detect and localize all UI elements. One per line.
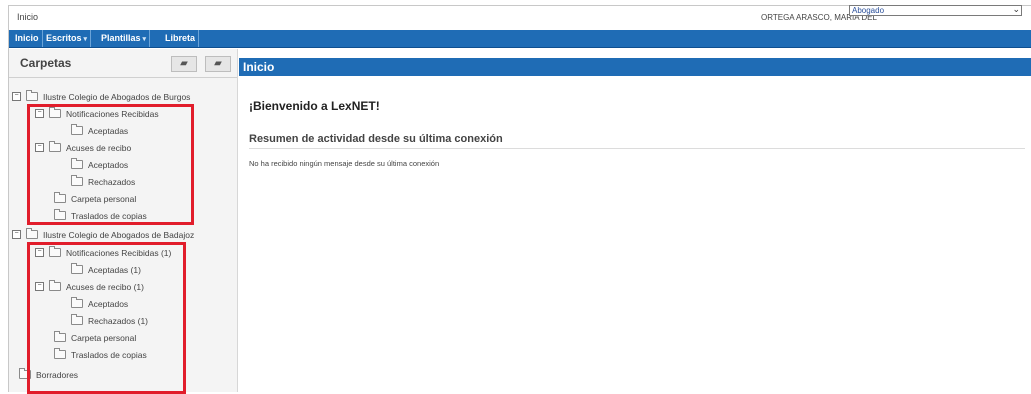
highlight-box-badajoz bbox=[27, 242, 186, 394]
welcome-heading: ¡Bienvenido a LexNET! bbox=[249, 99, 380, 113]
main-nav: Inicio Escritos ▾ Plantillas ▾ Libreta bbox=[9, 30, 1031, 48]
collapse-icon[interactable]: − bbox=[12, 92, 21, 102]
page-title: Inicio bbox=[243, 60, 275, 74]
nav-item-inicio[interactable]: Inicio bbox=[12, 30, 43, 47]
tree-node-burgos[interactable]: − Ilustre Colegio de Abogados de Burgos bbox=[12, 89, 190, 105]
nav-item-label: Libreta bbox=[165, 33, 196, 43]
folder-remove-icon: ▰ bbox=[214, 58, 222, 69]
folders-panel: Carpetas ▰ ▰ − Ilustre Colegio de Abogado… bbox=[9, 49, 238, 394]
dropdown-arrow-icon: ▾ bbox=[142, 36, 147, 43]
new-folder-button[interactable]: ▰ bbox=[171, 56, 197, 72]
delete-folder-button[interactable]: ▰ bbox=[205, 56, 231, 72]
tree-node-badajoz[interactable]: − Ilustre Colegio de Abogados de Badajoz bbox=[12, 227, 194, 243]
divider bbox=[249, 148, 1025, 149]
nav-item-label: Escritos bbox=[46, 33, 82, 43]
activity-summary-title: Resumen de actividad desde su última con… bbox=[249, 133, 503, 145]
main-header: Inicio bbox=[239, 58, 1031, 76]
chevron-down-icon: ⌄ bbox=[1012, 4, 1020, 14]
nav-item-plantillas[interactable]: Plantillas ▾ bbox=[98, 30, 151, 47]
role-select-value: Abogado bbox=[852, 6, 885, 15]
highlight-box-burgos bbox=[27, 104, 194, 225]
folder-add-icon: ▰ bbox=[180, 58, 188, 69]
nav-item-label: Plantillas bbox=[101, 33, 141, 43]
collapse-icon[interactable]: − bbox=[12, 230, 21, 240]
tree-label: Ilustre Colegio de Abogados de Burgos bbox=[43, 92, 191, 102]
tree-label: Ilustre Colegio de Abogados de Badajoz bbox=[43, 230, 195, 240]
dropdown-arrow-icon: ▾ bbox=[83, 36, 88, 43]
breadcrumb: Inicio bbox=[17, 12, 39, 22]
folder-icon bbox=[26, 90, 38, 102]
nav-item-label: Inicio bbox=[15, 33, 39, 43]
no-messages-text: No ha recibido ningún mensaje desde su ú… bbox=[249, 159, 440, 168]
folders-header: Carpetas ▰ ▰ bbox=[9, 49, 237, 78]
folders-title: Carpetas bbox=[20, 56, 72, 70]
nav-item-escritos[interactable]: Escritos ▾ bbox=[43, 30, 92, 47]
folder-icon bbox=[26, 228, 38, 240]
nav-item-libreta[interactable]: Libreta bbox=[162, 30, 200, 47]
role-select[interactable]: Abogado ⌄ bbox=[849, 5, 1022, 16]
